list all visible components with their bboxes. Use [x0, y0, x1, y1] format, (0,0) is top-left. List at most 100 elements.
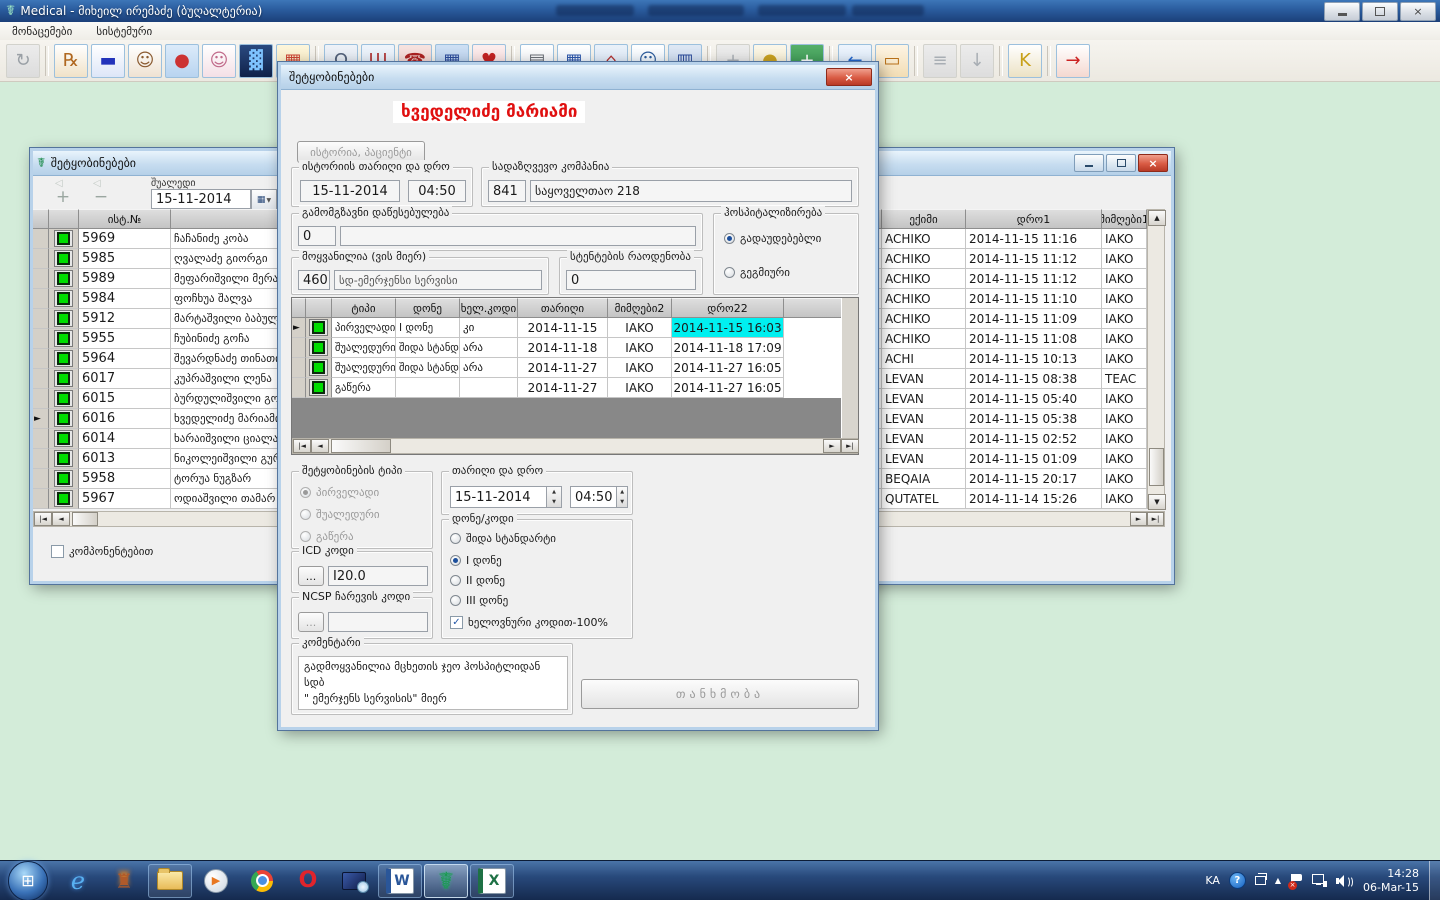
- scroll-thumb[interactable]: [331, 439, 391, 453]
- help-tray-icon[interactable]: ?: [1229, 872, 1246, 889]
- scroll-down-button[interactable]: ▼: [1148, 494, 1166, 510]
- ncsp-code-field[interactable]: [328, 612, 428, 632]
- taskbar-file-explorer-button[interactable]: [148, 864, 192, 898]
- taskbar-opera-button[interactable]: O: [286, 864, 330, 898]
- taskbar-excel-button[interactable]: X: [470, 864, 514, 898]
- spinner-buttons[interactable]: ▲▼: [546, 487, 561, 507]
- column-header[interactable]: მიმღები1: [1102, 209, 1147, 229]
- scroll-left-button[interactable]: ◄: [311, 439, 329, 453]
- column-header[interactable]: დონე: [396, 298, 460, 318]
- taskbar-internet-explorer-button[interactable]: e: [56, 864, 100, 898]
- table-row[interactable]: ►პირველადიI დონეკი2014-11-15IAKO2014-11-…: [292, 318, 858, 338]
- prescription-button[interactable]: ℞: [54, 44, 88, 78]
- taskbar-remote-desktop-button[interactable]: [332, 864, 376, 898]
- brought-name-field[interactable]: სდ-ემერჯენსი სერვისი: [334, 270, 542, 290]
- nurse-button[interactable]: ☺: [202, 44, 236, 78]
- maximize-button[interactable]: [1106, 154, 1136, 172]
- download-button[interactable]: ↓: [960, 44, 994, 78]
- restore-button[interactable]: [1362, 2, 1398, 21]
- clipboard-button[interactable]: ▭: [875, 44, 909, 78]
- sender-code-field[interactable]: 0: [298, 226, 336, 246]
- column-header[interactable]: ექიმი: [882, 209, 966, 229]
- calendar-dropdown-button[interactable]: ▦ ▼: [251, 189, 277, 211]
- patient-button[interactable]: ☺: [128, 44, 162, 78]
- green-check-icon[interactable]: [54, 390, 73, 407]
- tray-expand-icon[interactable]: ▲: [1275, 876, 1281, 885]
- green-check-icon[interactable]: [54, 350, 73, 367]
- green-check-icon[interactable]: [54, 490, 73, 507]
- show-desktop-button[interactable]: [1429, 861, 1440, 900]
- discharge-radio[interactable]: [300, 531, 311, 542]
- vertical-scrollbar[interactable]: ▲ ▼: [1147, 209, 1165, 509]
- minimize-button[interactable]: [1324, 2, 1360, 21]
- stents-count-field[interactable]: 0: [566, 270, 696, 290]
- table-row[interactable]: გაწერა2014-11-27IAKO2014-11-27 16:05: [292, 378, 858, 398]
- close-button[interactable]: ×: [826, 68, 872, 86]
- sender-name-field[interactable]: [340, 226, 696, 246]
- menu-data[interactable]: მონაცემები: [0, 25, 84, 38]
- action-center-icon[interactable]: ×: [1290, 874, 1303, 888]
- add-row-button[interactable]: +: [49, 187, 77, 207]
- green-check-icon[interactable]: [309, 379, 328, 396]
- start-button[interactable]: ⊞: [8, 861, 48, 900]
- artificial-code-checkbox[interactable]: ✓: [450, 616, 463, 629]
- comment-textarea[interactable]: გადმოყვანილია მცხეთის ჯეო ჰოსპიტლიდან სდ…: [298, 656, 568, 710]
- green-check-icon[interactable]: [54, 430, 73, 447]
- interim-radio[interactable]: [300, 509, 311, 520]
- xray-button[interactable]: ▓: [239, 44, 273, 78]
- planned-radio[interactable]: [724, 267, 735, 278]
- volume-icon[interactable]: [1336, 874, 1352, 888]
- clock[interactable]: 14:28 06-Mar-15: [1363, 867, 1419, 895]
- remove-row-button[interactable]: −: [87, 187, 115, 207]
- language-indicator[interactable]: KA: [1205, 874, 1220, 887]
- close-button[interactable]: ×: [1400, 2, 1436, 21]
- minimize-button[interactable]: [1074, 154, 1104, 172]
- scroll-right-button[interactable]: ►: [1130, 512, 1147, 526]
- taskbar-chrome-button[interactable]: [240, 864, 284, 898]
- column-header[interactable]: დრო22: [672, 298, 784, 318]
- column-header[interactable]: ტიპი: [332, 298, 396, 318]
- icd-code-field[interactable]: I20.0: [328, 566, 428, 586]
- window-tray-icon[interactable]: [1255, 876, 1266, 885]
- table-horizontal-scrollbar[interactable]: |◄ ◄ ► ►|: [292, 438, 858, 454]
- table-vscroll-strip[interactable]: [841, 298, 858, 440]
- level2-radio[interactable]: [450, 575, 461, 586]
- scroll-left-button[interactable]: ◄: [52, 512, 70, 526]
- green-check-icon[interactable]: [309, 359, 328, 376]
- green-check-icon[interactable]: [54, 410, 73, 427]
- insurance-code-field[interactable]: 841: [488, 180, 526, 202]
- history-date-field[interactable]: 15-11-2014: [300, 180, 400, 202]
- green-check-icon[interactable]: [54, 290, 73, 307]
- column-header[interactable]: ხელ.კოდი: [460, 298, 518, 318]
- green-check-icon[interactable]: [54, 270, 73, 287]
- refresh-button[interactable]: ↻: [6, 44, 40, 78]
- access-keys-button[interactable]: K: [1008, 44, 1042, 78]
- interval-date-input[interactable]: 15-11-2014: [151, 189, 251, 209]
- scroll-up-button[interactable]: ▲: [1148, 210, 1166, 226]
- notes-button[interactable]: ≡: [923, 44, 957, 78]
- column-header[interactable]: თარიღი: [518, 298, 608, 318]
- spinner-buttons[interactable]: ▲▼: [616, 487, 627, 507]
- taskbar-media-tower-button[interactable]: ♜: [102, 864, 146, 898]
- scroll-thumb[interactable]: [1149, 448, 1164, 486]
- internal-standard-radio[interactable]: [450, 533, 461, 544]
- green-check-icon[interactable]: [54, 370, 73, 387]
- column-header[interactable]: მიმღები2: [608, 298, 672, 318]
- column-header[interactable]: ისტ.№: [79, 209, 171, 229]
- medications-button[interactable]: ●: [165, 44, 199, 78]
- history-time-field[interactable]: 04:50: [408, 180, 466, 202]
- green-check-icon[interactable]: [54, 310, 73, 327]
- primary-radio[interactable]: [300, 487, 311, 498]
- scroll-end-button[interactable]: ►|: [841, 439, 859, 453]
- confirm-button[interactable]: თანხმობა: [581, 679, 859, 709]
- green-check-icon[interactable]: [54, 330, 73, 347]
- taskbar-media-player-button[interactable]: ▶: [194, 864, 238, 898]
- scroll-right-button[interactable]: ►: [823, 439, 841, 453]
- insurance-name-field[interactable]: საყოველთაო 218: [530, 180, 852, 202]
- green-check-icon[interactable]: [309, 319, 328, 336]
- urgent-radio[interactable]: [724, 233, 735, 244]
- green-check-icon[interactable]: [54, 250, 73, 267]
- ncsp-browse-button[interactable]: ...: [298, 612, 324, 632]
- scroll-thumb[interactable]: [72, 512, 98, 526]
- table-row[interactable]: შუალედურიშიდა სტანდ.არა2014-11-18IAKO201…: [292, 338, 858, 358]
